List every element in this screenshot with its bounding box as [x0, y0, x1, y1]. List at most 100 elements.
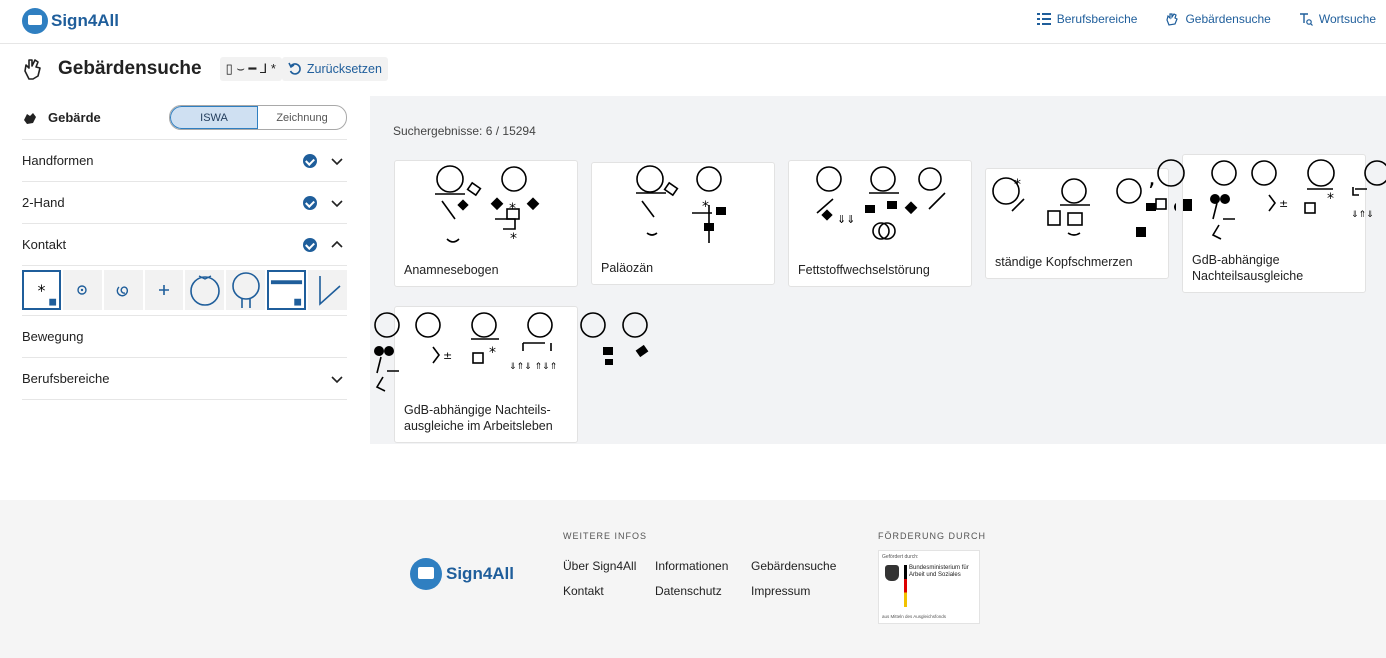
grasp-circle-icon	[77, 285, 88, 295]
footer-link-kontakt[interactable]: Kontakt	[563, 584, 604, 598]
iswa-label: ISWA	[200, 111, 228, 124]
app-root: Sign4All Berufsbereiche Gebärdensuche Wo…	[0, 0, 1386, 658]
result-name: GdB-abhängige Nachteilsausgleiche	[1192, 253, 1304, 283]
nav-gebaerdensuche[interactable]: Gebärdensuche	[1165, 12, 1271, 26]
check-icon	[303, 195, 317, 210]
contact-slash[interactable]	[308, 270, 347, 310]
query-symbols-text: ▯ ⌣ ━ ⅃ *	[225, 61, 276, 76]
contact-spiral[interactable]	[103, 270, 143, 310]
toggle-zeichnung[interactable]: Zeichnung	[258, 106, 346, 129]
toggle-iswa[interactable]: ISWA	[170, 106, 258, 129]
filter-berufsbereiche-label: Berufsbereiche	[22, 371, 110, 386]
svg-text:*: *	[1327, 191, 1334, 207]
top-navigation: Sign4All Berufsbereiche Gebärdensuche Wo…	[0, 0, 1386, 44]
slash-icon	[318, 276, 341, 306]
contact-grasp[interactable]	[63, 270, 102, 310]
zeichnung-label: Zeichnung	[276, 111, 328, 124]
footer-link-ueber[interactable]: Über Sign4All	[563, 559, 636, 573]
footer-logo[interactable]: Sign4All	[410, 558, 514, 590]
svg-text:⇓⇓: ⇓⇓	[837, 213, 855, 226]
result-card[interactable]: ⇓⇓ Fettstoffwechselstörung	[788, 160, 972, 287]
svg-text:*: *	[702, 199, 709, 215]
signwriting-glyph: *	[636, 165, 726, 243]
svg-text:⇓⇑⇓: ⇓⇑⇓	[1351, 210, 1374, 220]
sponsor-bottom-text: aus Mitteln des Ausgleichsfonds	[882, 614, 947, 619]
filter-bewegung[interactable]: Bewegung	[22, 316, 347, 358]
contact-shoulder[interactable]	[267, 270, 307, 310]
signwriting-glyph: ± * ⇓⇑⇓ ⇑⇓⇑	[374, 312, 649, 392]
svg-text:±: ±	[1279, 197, 1288, 210]
check-icon	[303, 153, 317, 168]
footer-link-gebaerdensuche[interactable]: Gebärdensuche	[751, 559, 836, 573]
signwriting-glyph: ± * ⇓⇑⇓	[1155, 159, 1386, 240]
contact-touch-star[interactable]: *	[22, 270, 61, 310]
touch-star-icon: *	[38, 282, 57, 306]
chevron-down-icon	[331, 199, 343, 207]
filter-berufsbereiche[interactable]: Berufsbereiche	[22, 358, 347, 400]
spiral-icon	[116, 286, 129, 297]
filter-kontakt[interactable]: Kontakt	[22, 224, 347, 266]
logo-icon	[22, 8, 48, 34]
chevron-down-icon	[331, 375, 343, 383]
page-header: Gebärdensuche ▯ ⌣ ━ ⅃ * Zurücksetzen	[22, 52, 388, 86]
head-circle-icon	[190, 275, 220, 306]
result-card[interactable]: * Paläozän	[591, 162, 775, 285]
filter-handformen[interactable]: Handformen	[22, 140, 347, 182]
svg-text:⇓⇑⇓ ⇑⇓⇑: ⇓⇑⇓ ⇑⇓⇑	[509, 362, 557, 372]
svg-text:,: ,	[1148, 163, 1156, 191]
gebaerde-label: Gebärde	[48, 110, 101, 125]
result-card[interactable]: * * Anamnesebogen	[394, 160, 578, 287]
filter-handformen-label: Handformen	[22, 153, 94, 168]
signwriting-glyph: ⇓⇓	[816, 166, 946, 240]
contact-head[interactable]	[185, 270, 225, 310]
flag-icon	[904, 565, 907, 607]
svg-text:*: *	[38, 282, 46, 300]
footer: Sign4All WEITERE INFOS Über Sign4All Inf…	[0, 500, 1386, 658]
result-name: Paläozän	[601, 261, 654, 275]
hand-gesture-icon	[24, 112, 36, 124]
svg-text:±: ±	[443, 349, 452, 362]
result-card[interactable]: ± * ⇓⇑⇓ ⇑⇓⇑ GdB-abhängige Nachteils-ausg…	[374, 306, 649, 443]
reset-button[interactable]: Zurücksetzen	[281, 57, 388, 81]
sign4all-logo[interactable]: Sign4All	[22, 8, 119, 34]
query-symbols: ▯ ⌣ ━ ⅃ *	[219, 57, 282, 81]
gebaerde-row: Gebärde ISWA Zeichnung	[22, 96, 347, 140]
footer-link-impressum[interactable]: Impressum	[751, 584, 810, 598]
contact-head-neck[interactable]	[226, 270, 266, 310]
footer-link-datenschutz[interactable]: Datenschutz	[655, 584, 722, 598]
signwriting-glyph: * *	[435, 165, 540, 247]
nav-berufsbereiche[interactable]: Berufsbereiche	[1036, 12, 1137, 26]
page-title: Gebärdensuche	[58, 58, 202, 79]
svg-text:*: *	[510, 231, 517, 247]
svg-text:*: *	[509, 201, 516, 217]
result-card[interactable]: ± * ⇓⇑⇓ GdB-abhängige Nachteilsausgleich…	[1155, 154, 1386, 293]
footer-sponsor-heading: FÖRDERUNG DURCH	[878, 531, 986, 541]
shoulder-bar-icon	[271, 280, 303, 306]
check-icon	[303, 237, 317, 252]
chevron-down-icon	[331, 157, 343, 165]
nav-wortsuche-label: Wortsuche	[1318, 12, 1376, 26]
results-panel: Suchergebnisse: 6 / 15294 * * Anamnesebo…	[370, 96, 1386, 444]
result-card[interactable]: * , ständige Kopfschmerzen	[985, 163, 1169, 279]
result-name: GdB-abhängige Nachteils-ausgleiche im Ar…	[404, 403, 553, 433]
svg-text:*: *	[489, 345, 496, 361]
reset-label: Zurücksetzen	[306, 62, 382, 76]
filter-2-hand[interactable]: 2-Hand	[22, 182, 347, 224]
sponsor-logo[interactable]: Gefördert durch: Bundesministerium für A…	[878, 550, 980, 624]
results-count: Suchergebnisse: 6 / 15294	[393, 124, 536, 138]
hand-icon	[1166, 13, 1179, 26]
contact-plus[interactable]	[144, 270, 184, 310]
result-name: ständige Kopfschmerzen	[995, 255, 1133, 269]
footer-logo-text: Sign4All	[446, 564, 515, 583]
sponsor-ministry-text: Bundesministerium für Arbeit und Soziale…	[909, 565, 969, 578]
eagle-icon	[885, 565, 899, 581]
result-name: Fettstoffwechselstörung	[798, 263, 930, 277]
footer-link-informationen[interactable]: Informationen	[655, 559, 728, 573]
chevron-up-icon	[331, 240, 343, 248]
footer-info-heading: WEITERE INFOS	[563, 531, 648, 541]
head-neck-icon	[231, 272, 260, 308]
logo-text: Sign4All	[51, 11, 120, 30]
hand-search-icon	[24, 59, 41, 80]
nav-wortsuche[interactable]: Wortsuche	[1299, 12, 1376, 26]
list-icon	[1036, 13, 1051, 25]
